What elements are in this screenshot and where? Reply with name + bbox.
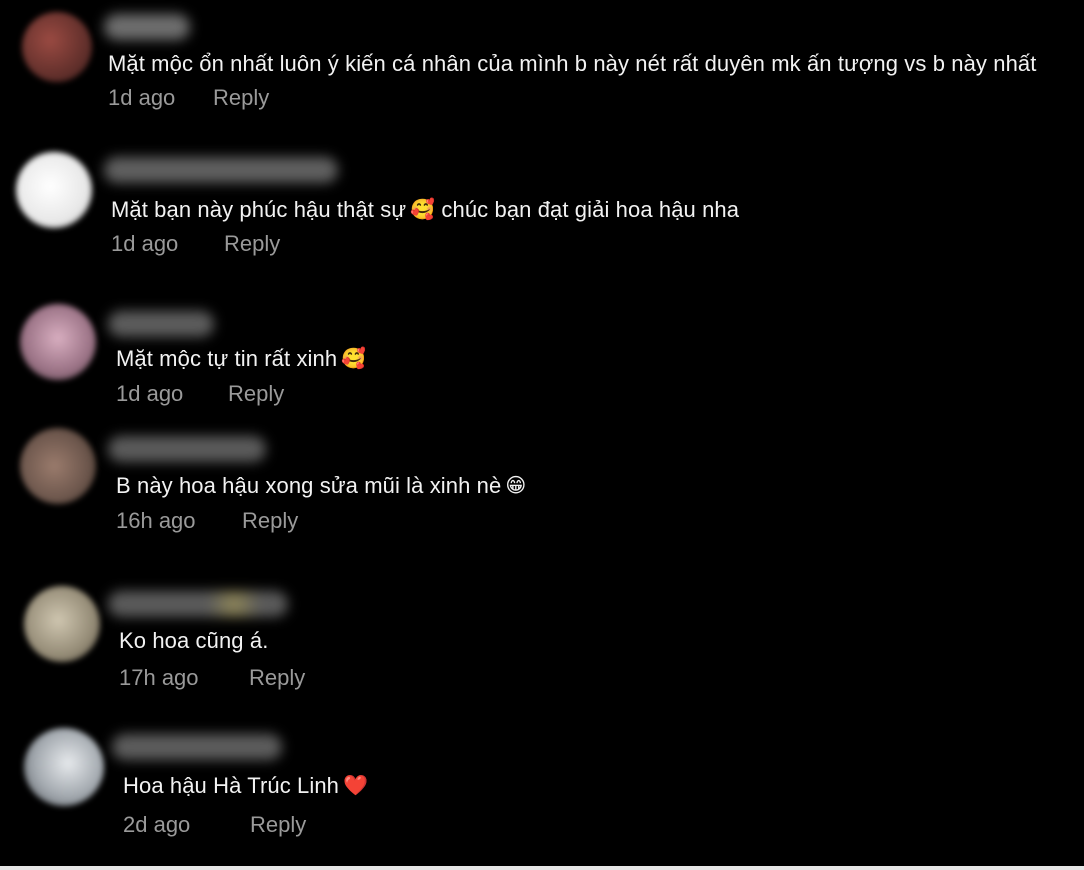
reply-button[interactable]: Reply [250, 812, 306, 838]
comment-time: 2d ago [123, 812, 191, 837]
comment-body: Mặt bạn này phúc hậu thật sự [111, 197, 407, 222]
avatar[interactable] [22, 12, 92, 82]
reply-button[interactable]: Reply [228, 381, 284, 407]
username[interactable] [112, 734, 282, 760]
comment-time: 1d ago [116, 381, 184, 406]
username[interactable] [108, 591, 288, 617]
avatar[interactable] [24, 586, 100, 662]
username[interactable] [108, 311, 214, 337]
username[interactable] [108, 436, 266, 462]
comment-body: B này hoa hậu xong sửa mũi là xinh nè [116, 473, 502, 498]
avatar[interactable] [20, 304, 96, 380]
comment-time: 16h ago [116, 508, 196, 533]
comment-time: 1d ago [111, 231, 179, 256]
avatar[interactable] [20, 428, 96, 504]
comment-time: 1d ago [108, 85, 176, 110]
comment-text: Ko hoa cũng á. [119, 628, 268, 654]
comment-body: Ko hoa cũng á. [119, 628, 269, 653]
comment-body: Hoa hậu Hà Trúc Linh [123, 773, 340, 798]
smiling-face-with-hearts-icon: 🥰 [410, 197, 436, 221]
grinning-face-icon: 😁 [505, 473, 527, 497]
comment-text: Hoa hậu Hà Trúc Linh ❤️ [123, 772, 368, 799]
reply-button[interactable]: Reply [249, 665, 305, 691]
username[interactable] [104, 14, 190, 40]
comment-body: Mặt mộc tự tin rất xinh [116, 346, 338, 371]
comment-text: B này hoa hậu xong sửa mũi là xinh nè 😁 [116, 472, 526, 499]
comment-body: Mặt mộc ổn nhất luôn ý kiến cá nhân của … [108, 51, 1037, 76]
red-heart-icon: ❤️ [343, 773, 369, 797]
comment-text: Mặt mộc tự tin rất xinh 🥰 [116, 345, 366, 372]
reply-button[interactable]: Reply [242, 508, 298, 534]
avatar[interactable] [16, 152, 92, 228]
reply-button[interactable]: Reply [224, 231, 280, 257]
comment-body-continued: chúc bạn đạt giải hoa hậu nha [441, 197, 740, 222]
username[interactable] [104, 157, 338, 183]
reply-button[interactable]: Reply [213, 85, 269, 111]
comment-time: 17h ago [119, 665, 199, 690]
bottom-divider [0, 866, 1084, 870]
comment-text: Mặt mộc ổn nhất luôn ý kiến cá nhân của … [108, 51, 1036, 77]
comment-text: Mặt bạn này phúc hậu thật sự 🥰 chúc bạn đ… [111, 196, 739, 223]
smiling-face-with-hearts-icon: 🥰 [341, 346, 367, 370]
avatar[interactable] [24, 728, 104, 806]
